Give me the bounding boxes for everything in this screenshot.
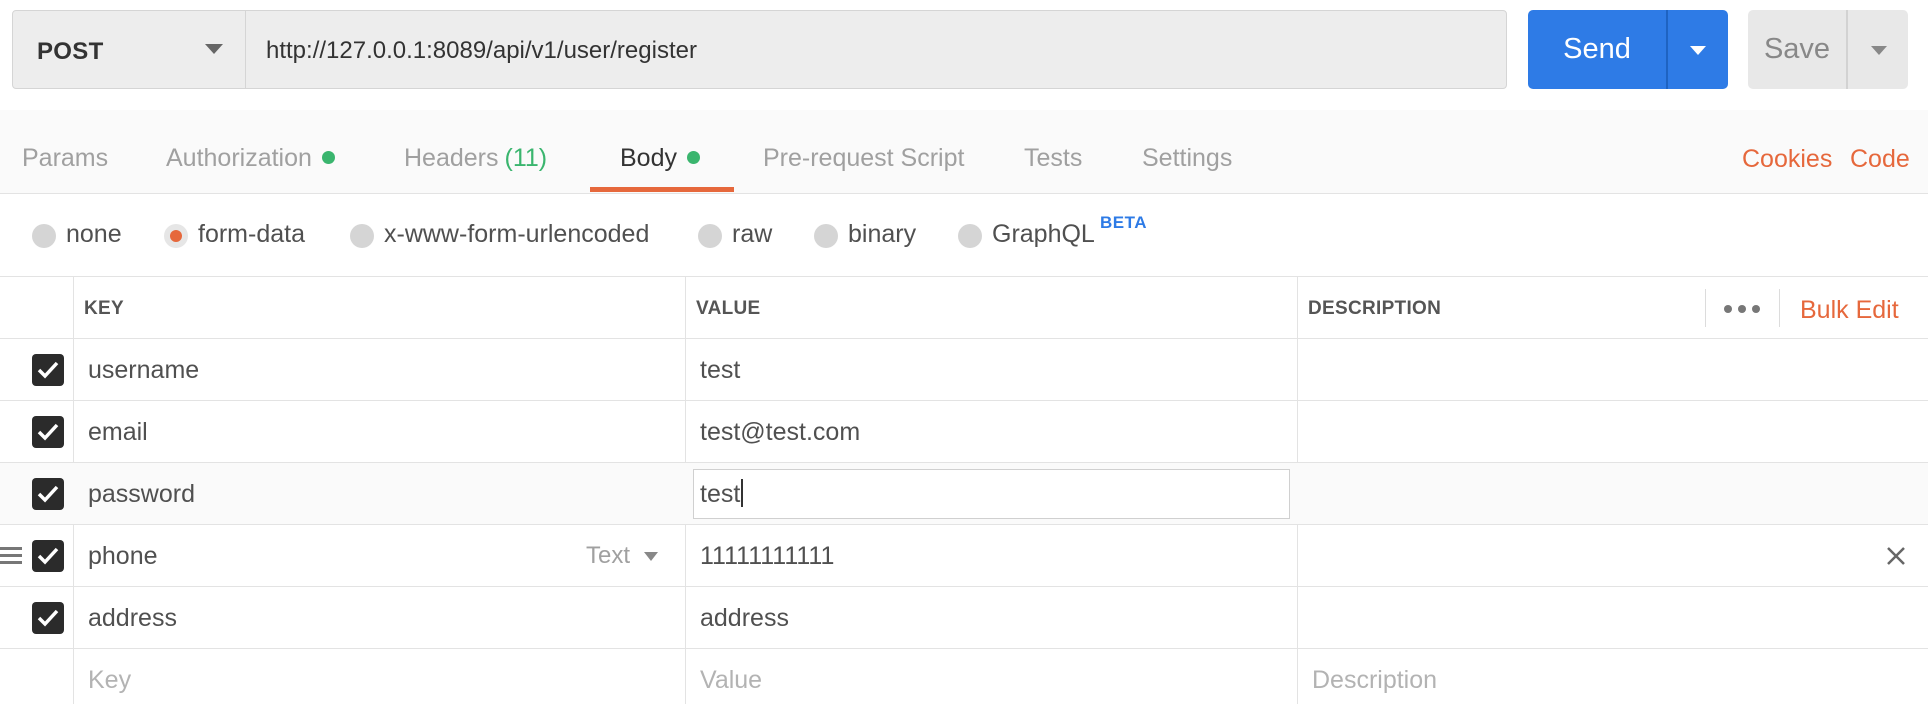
value-column-header: VALUE	[696, 298, 761, 319]
new-row: Key Value Description	[0, 649, 1928, 704]
radio-icon	[814, 224, 838, 248]
table-row: username test	[0, 339, 1928, 401]
tab-params[interactable]: Params	[22, 110, 108, 194]
beta-badge: BETA	[1100, 213, 1148, 232]
code-link[interactable]: Code	[1850, 110, 1910, 194]
bulk-edit-link[interactable]: Bulk Edit	[1800, 277, 1899, 339]
url-value: http://127.0.0.1:8089/api/v1/user/regist…	[266, 37, 697, 64]
table-header: KEY VALUE DESCRIPTION Bulk Edit	[0, 277, 1928, 339]
value-cell[interactable]: 11111111111	[700, 525, 834, 587]
tab-authorization[interactable]: Authorization	[166, 110, 335, 194]
checkmark-icon	[37, 609, 59, 627]
radio-selected-icon	[164, 224, 188, 248]
method-select[interactable]: POST	[12, 10, 246, 89]
chevron-down-icon	[205, 44, 223, 54]
more-options-icon[interactable]	[1724, 305, 1760, 313]
row-checkbox[interactable]	[32, 354, 64, 386]
key-cell[interactable]: phone	[88, 525, 158, 587]
row-checkbox[interactable]	[32, 540, 64, 572]
send-button-group: Send	[1528, 10, 1728, 89]
chevron-down-icon	[1690, 46, 1706, 55]
description-input[interactable]: Description	[1312, 649, 1437, 704]
send-options-button[interactable]	[1668, 10, 1728, 89]
status-dot-icon	[321, 151, 335, 164]
key-cell[interactable]: username	[88, 339, 199, 401]
chevron-down-icon	[1871, 46, 1887, 55]
radio-icon	[698, 224, 722, 248]
request-tabs: Params Authorization Headers (11) Body Pr…	[0, 110, 1928, 194]
checkmark-icon	[37, 547, 59, 565]
active-tab-indicator	[590, 187, 734, 192]
tab-label: Settings	[1142, 144, 1233, 172]
radio-icon	[958, 224, 982, 248]
table-row: email test@test.com	[0, 401, 1928, 463]
request-bar: POST http://127.0.0.1:8089/api/v1/user/r…	[0, 0, 1928, 110]
radio-label: binary	[848, 220, 917, 248]
tab-label: Authorization	[166, 144, 312, 172]
header-separator	[1705, 289, 1706, 327]
status-dot-icon	[686, 151, 700, 164]
radio-label: none	[66, 220, 122, 248]
form-data-table: KEY VALUE DESCRIPTION Bulk Edit username…	[0, 277, 1928, 704]
tab-body[interactable]: Body	[620, 110, 700, 194]
tab-label: Body	[620, 144, 677, 172]
drag-handle-icon[interactable]	[0, 547, 22, 565]
chevron-down-icon	[644, 552, 658, 561]
key-input[interactable]: Key	[88, 649, 131, 704]
row-checkbox[interactable]	[32, 478, 64, 510]
radio-icon	[32, 224, 56, 248]
send-button[interactable]: Send	[1528, 10, 1666, 89]
text-cursor	[741, 479, 744, 507]
key-cell[interactable]: address	[88, 587, 177, 649]
close-icon[interactable]	[1885, 545, 1907, 567]
radio-icon	[350, 224, 374, 248]
description-column-header: DESCRIPTION	[1308, 298, 1442, 319]
tab-label: Params	[22, 144, 109, 172]
tab-label: Pre-request Script	[763, 144, 965, 172]
url-input[interactable]: http://127.0.0.1:8089/api/v1/user/regist…	[245, 10, 1507, 89]
tab-label: Headers	[404, 144, 499, 172]
value-input[interactable]: Value	[700, 649, 762, 704]
value-cell[interactable]: test	[700, 339, 740, 401]
tab-headers[interactable]: Headers (11)	[404, 110, 547, 194]
key-column-header: KEY	[84, 298, 124, 319]
table-row: address address	[0, 587, 1928, 649]
checkmark-icon	[37, 423, 59, 441]
radio-label: x-www-form-urlencoded	[384, 220, 650, 248]
type-select[interactable]: Text	[586, 525, 630, 587]
value-cell[interactable]: address	[700, 587, 789, 649]
row-checkbox[interactable]	[32, 602, 64, 634]
body-type-selector: none form-data x-www-form-urlencoded raw…	[0, 195, 1928, 277]
row-checkbox[interactable]	[32, 416, 64, 448]
table-row: password test	[0, 463, 1928, 525]
table-row: phone Text 11111111111	[0, 525, 1928, 587]
radio-label: form-data	[198, 220, 305, 248]
cookies-link[interactable]: Cookies	[1742, 110, 1832, 194]
method-label: POST	[37, 38, 104, 65]
radio-label: GraphQL	[992, 220, 1095, 248]
tab-settings[interactable]: Settings	[1142, 110, 1232, 194]
tab-tests[interactable]: Tests	[1024, 110, 1082, 194]
checkmark-icon	[37, 485, 59, 503]
header-separator	[1779, 289, 1780, 327]
key-cell[interactable]: email	[88, 401, 148, 463]
radio-label: raw	[732, 220, 773, 248]
tab-pre-request-script[interactable]: Pre-request Script	[763, 110, 964, 194]
value-input-focused[interactable]: test	[693, 469, 1290, 519]
save-button-group: Save	[1748, 10, 1908, 89]
value-text: test	[700, 470, 744, 518]
tab-label: Tests	[1024, 144, 1083, 172]
key-cell[interactable]: password	[88, 463, 195, 525]
save-button[interactable]: Save	[1748, 10, 1846, 89]
checkmark-icon	[37, 361, 59, 379]
value-cell[interactable]: test@test.com	[700, 401, 860, 463]
headers-count: (11)	[504, 144, 548, 172]
save-options-button[interactable]	[1848, 10, 1908, 89]
